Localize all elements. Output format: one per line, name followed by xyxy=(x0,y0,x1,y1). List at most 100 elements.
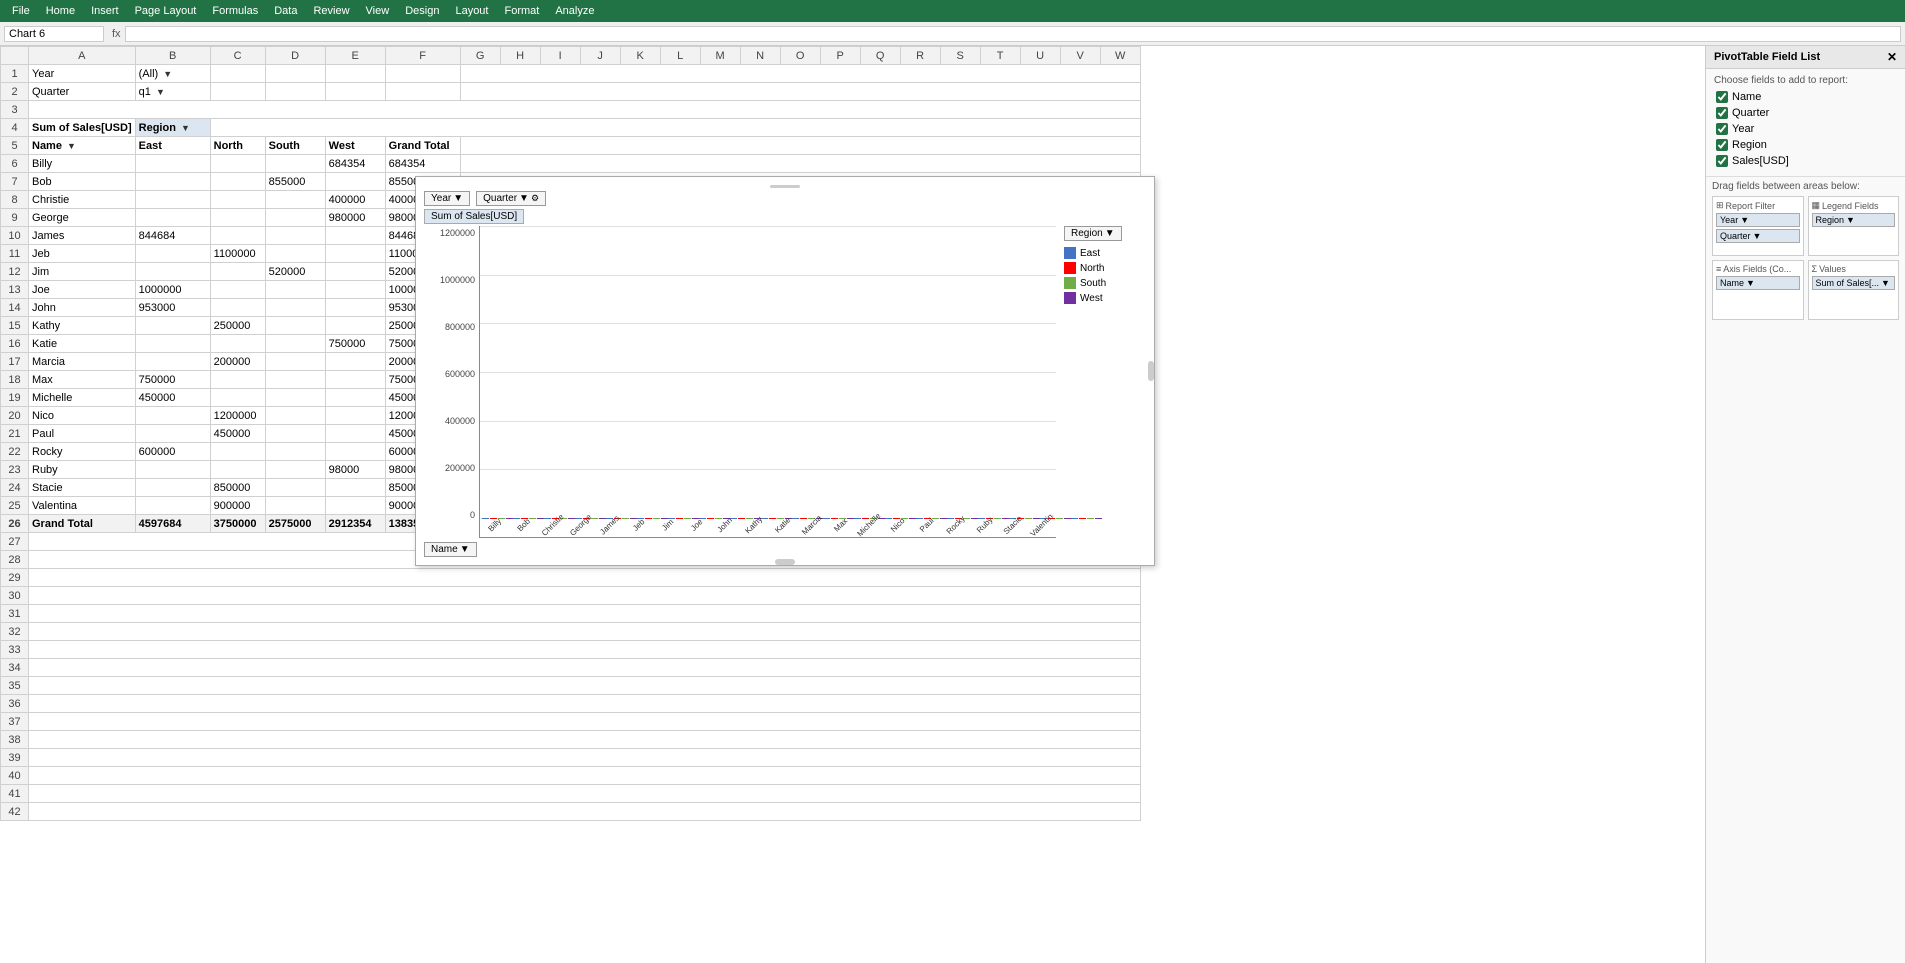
cell-C2 xyxy=(210,83,265,101)
field-label-name: Name xyxy=(1732,91,1761,103)
menu-layout[interactable]: Layout xyxy=(447,3,496,19)
field-item-sales[interactable]: Sales[USD] xyxy=(1714,154,1897,168)
col-header-R[interactable]: R xyxy=(900,47,940,65)
col-header-E[interactable]: E xyxy=(325,47,385,65)
menu-insert[interactable]: Insert xyxy=(83,3,127,19)
field-label-year: Year xyxy=(1732,123,1754,135)
menu-page-layout[interactable]: Page Layout xyxy=(127,3,205,19)
col-header-V[interactable]: V xyxy=(1060,47,1100,65)
col-header-K[interactable]: K xyxy=(620,47,660,65)
col-header-W[interactable]: W xyxy=(1100,47,1140,65)
col-header-F[interactable]: F xyxy=(385,47,460,65)
report-filter-area[interactable]: ⊞ Report Filter Year ▼ Quarter ▼ xyxy=(1712,196,1804,256)
spreadsheet-container[interactable]: A B C D E F G H I J K L M N O P Q xyxy=(0,46,1705,963)
chart-y-axis: 1200000 1000000 800000 600000 400000 200… xyxy=(424,226,479,538)
legend-color-north xyxy=(1064,262,1076,274)
cell-B2[interactable]: q1 ▼ xyxy=(135,83,210,101)
cell-C5: North xyxy=(210,137,265,155)
field-checkbox-name[interactable] xyxy=(1716,91,1728,103)
col-header-A[interactable]: A xyxy=(29,47,136,65)
bar-valentina-west xyxy=(1095,518,1102,519)
choose-fields-label: Choose fields to add to report: xyxy=(1714,75,1897,86)
col-header-C[interactable]: C xyxy=(210,47,265,65)
quarter-filter-extra-icon: ⚙ xyxy=(531,193,539,204)
cell-A2[interactable]: Quarter xyxy=(29,83,136,101)
legend-region-button[interactable]: Region ▼ xyxy=(1064,226,1122,241)
table-row: 29 xyxy=(1,569,1141,587)
pivot-panel-close-icon[interactable]: ✕ xyxy=(1887,50,1897,64)
legend-fields-icon: ▦ xyxy=(1812,200,1821,211)
menu-data[interactable]: Data xyxy=(266,3,305,19)
col-header-O[interactable]: O xyxy=(780,47,820,65)
area-field-year[interactable]: Year ▼ xyxy=(1716,213,1800,227)
legend-label-north: North xyxy=(1080,263,1104,274)
year-filter-button[interactable]: Year ▼ xyxy=(424,191,470,206)
values-area[interactable]: Σ Values Sum of Sales[... ▼ xyxy=(1808,260,1900,320)
quarter-filter-button[interactable]: Quarter ▼ ⚙ xyxy=(476,191,546,206)
col-header-Q[interactable]: Q xyxy=(860,47,900,65)
menu-format[interactable]: Format xyxy=(496,3,547,19)
chart-resize-handle-right[interactable] xyxy=(1148,361,1154,381)
field-item-region[interactable]: Region xyxy=(1714,138,1897,152)
formula-fx-icon: fx xyxy=(112,28,121,40)
chart-legend: Region ▼ East North South xyxy=(1056,226,1146,538)
area-field-sum-sales[interactable]: Sum of Sales[... ▼ xyxy=(1812,276,1896,290)
area-field-quarter[interactable]: Quarter ▼ xyxy=(1716,229,1800,243)
cell-A5[interactable]: Name ▼ xyxy=(29,137,136,155)
table-row: 34 xyxy=(1,659,1141,677)
drag-fields-label: Drag fields between areas below: xyxy=(1712,181,1899,192)
field-label-sales: Sales[USD] xyxy=(1732,155,1789,167)
formula-bar: fx xyxy=(0,22,1905,46)
chart-resize-handle-bottom[interactable] xyxy=(775,559,795,565)
name-filter-button[interactable]: Name ▼ xyxy=(424,542,477,557)
area-field-region[interactable]: Region ▼ xyxy=(1812,213,1896,227)
name-box[interactable] xyxy=(4,26,104,42)
formula-input[interactable] xyxy=(125,26,1901,42)
table-row: 2 Quarter q1 ▼ xyxy=(1,83,1141,101)
field-checkbox-region[interactable] xyxy=(1716,139,1728,151)
menu-analyze[interactable]: Analyze xyxy=(547,3,602,19)
legend-fields-area[interactable]: ▦ Legend Fields Region ▼ xyxy=(1808,196,1900,256)
field-checkbox-year[interactable] xyxy=(1716,123,1728,135)
col-header-N[interactable]: N xyxy=(740,47,780,65)
table-row: 4 Sum of Sales[USD] Region ▼ xyxy=(1,119,1141,137)
col-header-L[interactable]: L xyxy=(660,47,700,65)
cell-B4[interactable]: Region ▼ xyxy=(135,119,210,137)
field-item-quarter[interactable]: Quarter xyxy=(1714,106,1897,120)
col-header-M[interactable]: M xyxy=(700,47,740,65)
field-checkbox-quarter[interactable] xyxy=(1716,107,1728,119)
menu-home[interactable]: Home xyxy=(38,3,83,19)
col-header-H[interactable]: H xyxy=(500,47,540,65)
main-area: A B C D E F G H I J K L M N O P Q xyxy=(0,46,1905,963)
col-header-T[interactable]: T xyxy=(980,47,1020,65)
col-header-P[interactable]: P xyxy=(820,47,860,65)
file-menu[interactable]: File xyxy=(4,3,38,19)
cell-E1 xyxy=(325,65,385,83)
chart-x-labels: BillyBobChristieGeorgeJamesJebJimJoeJohn… xyxy=(480,519,1056,537)
col-header-G[interactable]: G xyxy=(460,47,500,65)
axis-fields-area[interactable]: ≡ Axis Fields (Co... Name ▼ xyxy=(1712,260,1804,320)
menu-review[interactable]: Review xyxy=(305,3,357,19)
area-field-name[interactable]: Name ▼ xyxy=(1716,276,1800,290)
cell-B1[interactable]: (All) ▼ xyxy=(135,65,210,83)
cell-A1[interactable]: Year xyxy=(29,65,136,83)
menu-formulas[interactable]: Formulas xyxy=(204,3,266,19)
table-row: 3 xyxy=(1,101,1141,119)
field-checkbox-sales[interactable] xyxy=(1716,155,1728,167)
col-header-S[interactable]: S xyxy=(940,47,980,65)
field-item-name[interactable]: Name xyxy=(1714,90,1897,104)
col-header-B[interactable]: B xyxy=(135,47,210,65)
chart-container[interactable]: Year ▼ Quarter ▼ ⚙ Sum of Sales[USD] 120… xyxy=(415,176,1155,566)
col-header-J[interactable]: J xyxy=(580,47,620,65)
menu-design[interactable]: Design xyxy=(397,3,447,19)
field-item-year[interactable]: Year xyxy=(1714,122,1897,136)
col-header-U[interactable]: U xyxy=(1020,47,1060,65)
table-row: 31 xyxy=(1,605,1141,623)
col-header-I[interactable]: I xyxy=(540,47,580,65)
menu-view[interactable]: View xyxy=(358,3,398,19)
cell-G2-rest xyxy=(460,83,1140,101)
cell-G1-rest xyxy=(460,65,1140,83)
cell-A4[interactable]: Sum of Sales[USD] xyxy=(29,119,136,137)
col-header-D[interactable]: D xyxy=(265,47,325,65)
area-field-quarter-arrow: ▼ xyxy=(1753,231,1762,241)
